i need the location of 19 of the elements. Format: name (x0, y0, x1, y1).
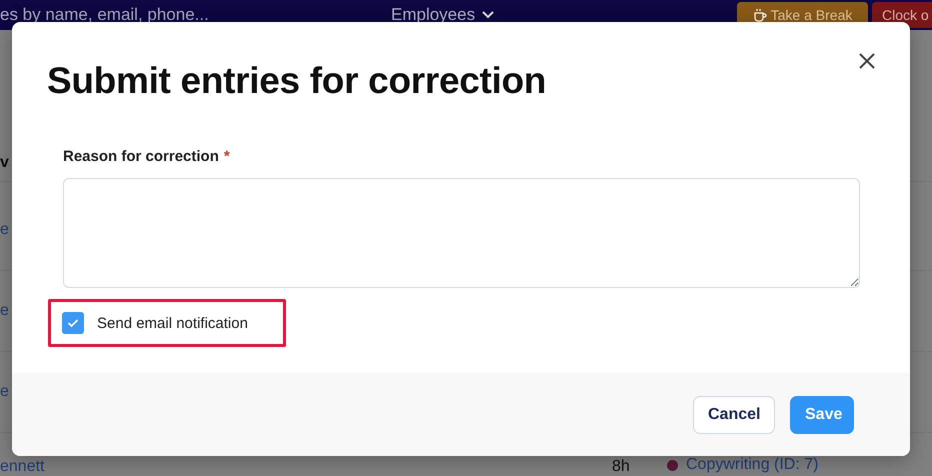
chevron-down-icon (481, 10, 496, 20)
checkbox-label[interactable]: Send email notification (97, 314, 248, 332)
required-mark: * (224, 148, 230, 164)
cancel-button[interactable]: Cancel (693, 396, 775, 434)
employee-link[interactable]: e (0, 383, 9, 401)
checkbox[interactable] (62, 312, 84, 334)
employee-link[interactable]: ennett (0, 458, 44, 476)
field-label: Reason for correction (63, 148, 219, 164)
hours-text: 8h (612, 458, 630, 476)
employee-link[interactable]: e (0, 221, 9, 239)
employees-dropdown[interactable]: Employees (391, 5, 496, 25)
project-link[interactable]: Copywriting (ID: 7) (686, 456, 818, 474)
column-header: v (0, 154, 9, 172)
save-button[interactable]: Save (790, 396, 854, 434)
dialog-title: Submit entries for correction (47, 59, 546, 103)
reason-field[interactable] (63, 178, 860, 288)
employee-link[interactable]: e (0, 302, 9, 320)
search-field[interactable]: es by name, email, phone... (0, 5, 360, 25)
check-icon (67, 318, 79, 328)
